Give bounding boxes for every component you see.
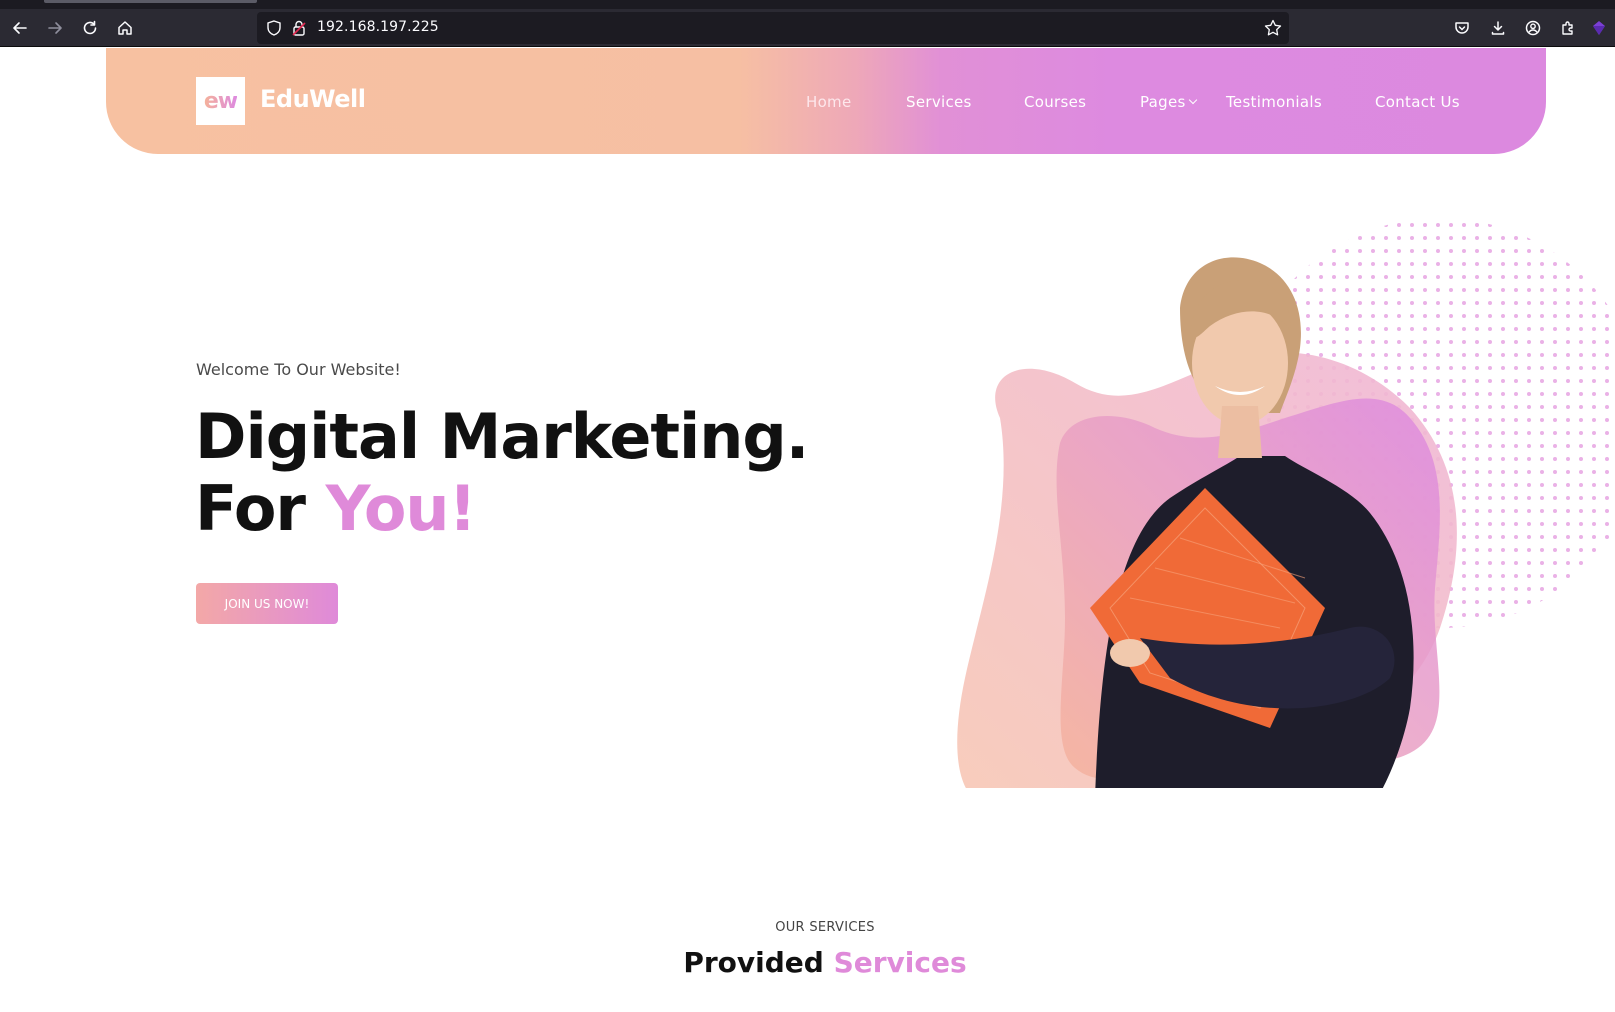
nav-pages-label: Pages [1140,93,1186,111]
home-icon [118,21,132,35]
reload-button[interactable] [75,13,105,43]
nav-testimonials[interactable]: Testimonials [1226,93,1322,111]
forward-arrow-icon [48,22,62,34]
logo[interactable]: ew [196,77,245,125]
hero-title-line1: Digital Marketing. [195,400,809,473]
download-icon [1491,21,1505,35]
services-title-accent: Services [833,946,967,979]
services-label: OUR SERVICES [775,920,875,935]
nav-home[interactable]: Home [806,93,852,111]
chevron-down-icon [1188,95,1197,105]
nav-services[interactable]: Services [906,93,972,111]
nav-contact-us[interactable]: Contact Us [1375,93,1460,111]
hero-title-line2: For You! [195,478,477,540]
brand-name[interactable]: EduWell [260,85,366,113]
back-button[interactable] [5,13,35,43]
extension-gem-icon [1593,21,1605,35]
account-icon [1525,20,1541,36]
insecure-lock-icon[interactable] [290,19,308,37]
logo-text: ew [203,88,238,114]
nav-pages[interactable]: Pages [1140,93,1197,111]
reload-icon [83,20,97,35]
services-title-prefix: Provided [683,946,834,979]
bookmark-star-icon[interactable] [1263,18,1283,38]
pocket-button[interactable] [1447,13,1477,43]
back-arrow-icon [13,22,27,34]
downloads-button[interactable] [1483,13,1513,43]
pocket-icon [1455,22,1469,34]
tab-strip [0,0,1615,9]
tracking-protection-shield-icon[interactable] [265,19,283,37]
hero-illustration [957,218,1615,788]
account-button[interactable] [1518,13,1548,43]
join-us-button[interactable]: JOIN US NOW! [196,583,338,624]
welcome-text: Welcome To Our Website! [196,360,401,379]
site-header: ew EduWell Home Services Courses Pages T… [106,48,1546,154]
home-button[interactable] [110,13,140,43]
browser-toolbar: 192.168.197.225 [0,9,1615,47]
url-text[interactable]: 192.168.197.225 [317,19,439,35]
nav-courses[interactable]: Courses [1024,93,1086,111]
active-tab-indicator[interactable] [44,0,257,3]
puzzle-piece-icon [1562,21,1573,35]
hero-title-accent: You! [325,472,477,545]
forward-button[interactable] [40,13,70,43]
extensions-button[interactable] [1553,13,1583,43]
extension-badge-button[interactable] [1588,13,1615,43]
hero-title-prefix: For [195,472,326,545]
webpage: ew EduWell Home Services Courses Pages T… [0,48,1615,1012]
services-title: Provided Services [0,946,1615,979]
address-bar[interactable]: 192.168.197.225 [257,12,1289,44]
